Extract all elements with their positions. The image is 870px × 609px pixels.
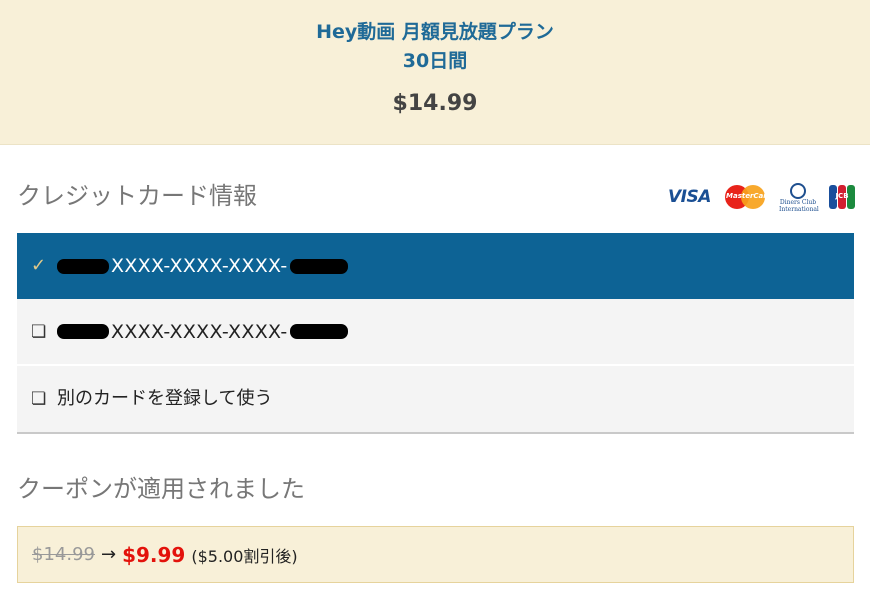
plan-price: $14.99 bbox=[392, 91, 478, 116]
redaction-mark bbox=[57, 258, 109, 274]
card-number: XXXX-XXXX-XXXX- bbox=[57, 254, 348, 278]
card-option-saved-2[interactable]: ❏ XXXX-XXXX-XXXX- bbox=[17, 299, 854, 365]
coupon-heading: クーポンが適用されました bbox=[17, 475, 305, 503]
card-brand-logos: VISA MasterCard Diners Club Internationa… bbox=[668, 182, 858, 214]
coupon-summary: $14.99 → $9.99 ($5.00割引後) bbox=[17, 526, 854, 583]
checkbox-icon: ❏ bbox=[31, 321, 47, 342]
discount-note: ($5.00割引後) bbox=[191, 546, 298, 566]
plan-summary-header: Hey動画 月額見放題プラン 30日間 $14.99 bbox=[0, 0, 870, 145]
redaction-mark bbox=[289, 258, 348, 274]
visa-logo-icon: VISA bbox=[668, 187, 711, 207]
check-icon: ✓ bbox=[31, 255, 47, 276]
card-number: XXXX-XXXX-XXXX- bbox=[57, 320, 348, 344]
redaction-mark bbox=[289, 324, 348, 339]
arrow-icon: → bbox=[100, 544, 117, 565]
plan-title: Hey動画 月額見放題プラン bbox=[316, 21, 554, 43]
mastercard-logo-icon: MasterCard bbox=[725, 182, 772, 212]
redaction-mark bbox=[57, 324, 109, 339]
diners-club-logo-icon: Diners Club International bbox=[779, 182, 819, 213]
credit-card-heading: クレジットカード情報 bbox=[17, 182, 257, 210]
card-option-saved-1[interactable]: ✓ XXXX-XXXX-XXXX- bbox=[17, 233, 854, 299]
checkbox-icon: ❏ bbox=[31, 389, 47, 409]
card-option-list: ✓ XXXX-XXXX-XXXX- ❏ XXXX-XXXX-XXXX- ❏ 別の… bbox=[17, 233, 854, 434]
jcb-logo-icon: JCB bbox=[829, 182, 855, 212]
card-option-new-card[interactable]: ❏ 別のカードを登録して使う bbox=[17, 366, 854, 432]
new-card-label: 別のカードを登録して使う bbox=[57, 388, 273, 409]
plan-period: 30日間 bbox=[402, 50, 468, 72]
discounted-price: $9.99 bbox=[122, 542, 186, 567]
original-price: $14.99 bbox=[32, 544, 95, 565]
